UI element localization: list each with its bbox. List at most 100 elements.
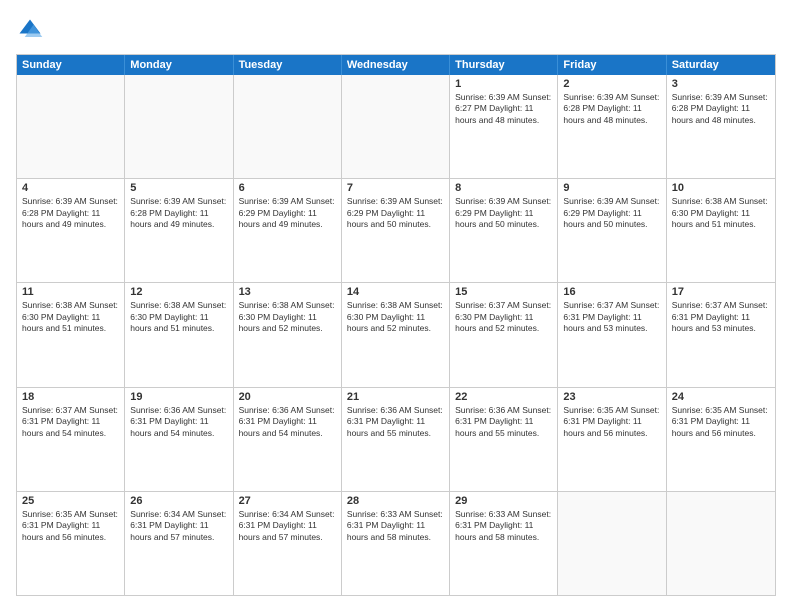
day-number: 21 [347, 391, 444, 403]
calendar-row-3: 18Sunrise: 6:37 AM Sunset: 6:31 PM Dayli… [17, 387, 775, 491]
day-number: 15 [455, 286, 552, 298]
calendar-cell: 21 Sunrise: 6:36 AM Sunset: 6:31 PM Dayli… [342, 388, 450, 491]
calendar-cell: 27 Sunrise: 6:34 AM Sunset: 6:31 PM Dayli… [234, 492, 342, 595]
day-info: Sunrise: 6:39 AM Sunset: 6:28 PM Dayligh… [22, 196, 119, 230]
day-number: 3 [672, 78, 770, 90]
weekday-header-saturday: Saturday [667, 55, 775, 75]
calendar-body: 1Sunrise: 6:39 AM Sunset: 6:27 PM Daylig… [17, 75, 775, 595]
day-info: Sunrise: 6:39 AM Sunset: 6:29 PM Dayligh… [563, 196, 660, 230]
day-info: Sunrise: 6:34 AM Sunset: 6:31 PM Dayligh… [239, 509, 336, 543]
day-info: Sunrise: 6:38 AM Sunset: 6:30 PM Dayligh… [239, 300, 336, 334]
day-info: Sunrise: 6:35 AM Sunset: 6:31 PM Dayligh… [672, 405, 770, 439]
calendar-cell: 23 Sunrise: 6:35 AM Sunset: 6:31 PM Dayli… [558, 388, 666, 491]
day-number: 7 [347, 182, 444, 194]
day-number: 9 [563, 182, 660, 194]
day-info: Sunrise: 6:34 AM Sunset: 6:31 PM Dayligh… [130, 509, 227, 543]
calendar-cell: 13 Sunrise: 6:38 AM Sunset: 6:30 PM Dayli… [234, 283, 342, 386]
calendar-cell: 7 Sunrise: 6:39 AM Sunset: 6:29 PM Daylig… [342, 179, 450, 282]
calendar-cell: 15Sunrise: 6:37 AM Sunset: 6:30 PM Dayli… [450, 283, 558, 386]
calendar-cell: 22Sunrise: 6:36 AM Sunset: 6:31 PM Dayli… [450, 388, 558, 491]
logo [16, 16, 48, 44]
weekday-header-friday: Friday [558, 55, 666, 75]
day-number: 4 [22, 182, 119, 194]
day-number: 27 [239, 495, 336, 507]
calendar-row-4: 25 Sunrise: 6:35 AM Sunset: 6:31 PM Dayli… [17, 491, 775, 595]
day-info: Sunrise: 6:33 AM Sunset: 6:31 PM Dayligh… [455, 509, 552, 543]
header [16, 16, 776, 44]
day-number: 2 [563, 78, 660, 90]
day-number: 28 [347, 495, 444, 507]
weekday-header-thursday: Thursday [450, 55, 558, 75]
weekday-header-sunday: Sunday [17, 55, 125, 75]
calendar-cell [17, 75, 125, 178]
day-info: Sunrise: 6:39 AM Sunset: 6:29 PM Dayligh… [239, 196, 336, 230]
calendar-cell [342, 75, 450, 178]
calendar-cell [234, 75, 342, 178]
day-number: 29 [455, 495, 552, 507]
day-number: 25 [22, 495, 119, 507]
day-info: Sunrise: 6:36 AM Sunset: 6:31 PM Dayligh… [347, 405, 444, 439]
day-number: 23 [563, 391, 660, 403]
day-number: 24 [672, 391, 770, 403]
calendar-cell: 10 Sunrise: 6:38 AM Sunset: 6:30 PM Dayli… [667, 179, 775, 282]
day-number: 1 [455, 78, 552, 90]
calendar-cell: 14Sunrise: 6:38 AM Sunset: 6:30 PM Dayli… [342, 283, 450, 386]
calendar-cell: 28 Sunrise: 6:33 AM Sunset: 6:31 PM Dayli… [342, 492, 450, 595]
weekday-header-monday: Monday [125, 55, 233, 75]
weekday-header-tuesday: Tuesday [234, 55, 342, 75]
day-info: Sunrise: 6:35 AM Sunset: 6:31 PM Dayligh… [22, 509, 119, 543]
calendar-cell: 20 Sunrise: 6:36 AM Sunset: 6:31 PM Dayli… [234, 388, 342, 491]
day-number: 10 [672, 182, 770, 194]
calendar-row-0: 1Sunrise: 6:39 AM Sunset: 6:27 PM Daylig… [17, 75, 775, 178]
day-info: Sunrise: 6:37 AM Sunset: 6:31 PM Dayligh… [22, 405, 119, 439]
calendar-cell: 24 Sunrise: 6:35 AM Sunset: 6:31 PM Dayli… [667, 388, 775, 491]
calendar-cell: 11Sunrise: 6:38 AM Sunset: 6:30 PM Dayli… [17, 283, 125, 386]
day-number: 8 [455, 182, 552, 194]
day-number: 13 [239, 286, 336, 298]
day-number: 12 [130, 286, 227, 298]
day-number: 5 [130, 182, 227, 194]
page: SundayMondayTuesdayWednesdayThursdayFrid… [0, 0, 792, 612]
calendar-cell: 8 Sunrise: 6:39 AM Sunset: 6:29 PM Daylig… [450, 179, 558, 282]
calendar-cell: 6Sunrise: 6:39 AM Sunset: 6:29 PM Daylig… [234, 179, 342, 282]
day-info: Sunrise: 6:35 AM Sunset: 6:31 PM Dayligh… [563, 405, 660, 439]
day-info: Sunrise: 6:33 AM Sunset: 6:31 PM Dayligh… [347, 509, 444, 543]
calendar-cell: 19Sunrise: 6:36 AM Sunset: 6:31 PM Dayli… [125, 388, 233, 491]
day-number: 17 [672, 286, 770, 298]
calendar-row-1: 4 Sunrise: 6:39 AM Sunset: 6:28 PM Daylig… [17, 178, 775, 282]
calendar-cell: 2Sunrise: 6:39 AM Sunset: 6:28 PM Daylig… [558, 75, 666, 178]
calendar-cell: 4 Sunrise: 6:39 AM Sunset: 6:28 PM Daylig… [17, 179, 125, 282]
calendar-cell: 29 Sunrise: 6:33 AM Sunset: 6:31 PM Dayli… [450, 492, 558, 595]
calendar-cell: 12 Sunrise: 6:38 AM Sunset: 6:30 PM Dayli… [125, 283, 233, 386]
calendar-cell [667, 492, 775, 595]
calendar-cell: 3 Sunrise: 6:39 AM Sunset: 6:28 PM Daylig… [667, 75, 775, 178]
weekday-header-wednesday: Wednesday [342, 55, 450, 75]
day-info: Sunrise: 6:37 AM Sunset: 6:31 PM Dayligh… [672, 300, 770, 334]
day-info: Sunrise: 6:37 AM Sunset: 6:31 PM Dayligh… [563, 300, 660, 334]
day-number: 20 [239, 391, 336, 403]
day-info: Sunrise: 6:36 AM Sunset: 6:31 PM Dayligh… [130, 405, 227, 439]
day-info: Sunrise: 6:36 AM Sunset: 6:31 PM Dayligh… [239, 405, 336, 439]
day-info: Sunrise: 6:39 AM Sunset: 6:29 PM Dayligh… [455, 196, 552, 230]
calendar-cell: 1Sunrise: 6:39 AM Sunset: 6:27 PM Daylig… [450, 75, 558, 178]
day-number: 14 [347, 286, 444, 298]
calendar-row-2: 11Sunrise: 6:38 AM Sunset: 6:30 PM Dayli… [17, 282, 775, 386]
calendar-cell: 18Sunrise: 6:37 AM Sunset: 6:31 PM Dayli… [17, 388, 125, 491]
calendar-cell: 9 Sunrise: 6:39 AM Sunset: 6:29 PM Daylig… [558, 179, 666, 282]
calendar-cell [558, 492, 666, 595]
calendar-cell [125, 75, 233, 178]
calendar-cell: 25 Sunrise: 6:35 AM Sunset: 6:31 PM Dayli… [17, 492, 125, 595]
day-info: Sunrise: 6:38 AM Sunset: 6:30 PM Dayligh… [22, 300, 119, 334]
calendar-cell: 17 Sunrise: 6:37 AM Sunset: 6:31 PM Dayli… [667, 283, 775, 386]
day-info: Sunrise: 6:38 AM Sunset: 6:30 PM Dayligh… [672, 196, 770, 230]
day-info: Sunrise: 6:38 AM Sunset: 6:30 PM Dayligh… [130, 300, 227, 334]
calendar-header: SundayMondayTuesdayWednesdayThursdayFrid… [17, 55, 775, 75]
day-info: Sunrise: 6:39 AM Sunset: 6:28 PM Dayligh… [672, 92, 770, 126]
calendar-cell: 5 Sunrise: 6:39 AM Sunset: 6:28 PM Daylig… [125, 179, 233, 282]
calendar-cell: 26Sunrise: 6:34 AM Sunset: 6:31 PM Dayli… [125, 492, 233, 595]
day-info: Sunrise: 6:39 AM Sunset: 6:29 PM Dayligh… [347, 196, 444, 230]
calendar: SundayMondayTuesdayWednesdayThursdayFrid… [16, 54, 776, 596]
day-info: Sunrise: 6:39 AM Sunset: 6:28 PM Dayligh… [130, 196, 227, 230]
logo-icon [16, 16, 44, 44]
day-info: Sunrise: 6:36 AM Sunset: 6:31 PM Dayligh… [455, 405, 552, 439]
